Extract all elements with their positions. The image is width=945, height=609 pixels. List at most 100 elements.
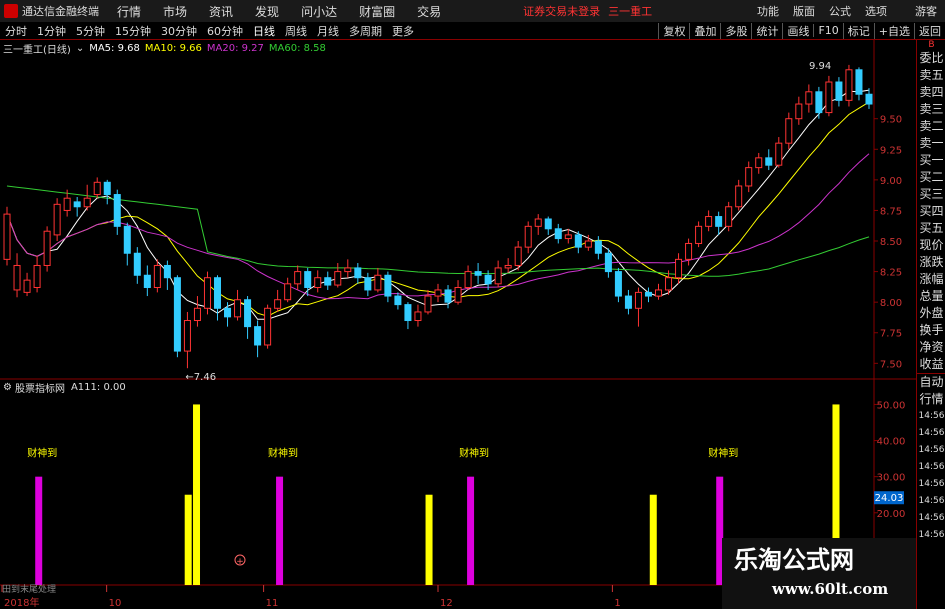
btn-f10[interactable]: F10 bbox=[813, 24, 842, 37]
sidebar-time: 14:56 bbox=[918, 462, 945, 472]
sidebar-item[interactable]: 卖一 bbox=[917, 135, 945, 152]
tab-60min[interactable]: 60分钟 bbox=[207, 23, 243, 39]
candle-body bbox=[785, 118, 793, 144]
indicator-name: 股票指标网 bbox=[14, 383, 65, 395]
candle-body bbox=[765, 157, 773, 166]
candle-body bbox=[624, 295, 632, 309]
y-tick-label: 7.75 bbox=[880, 329, 902, 340]
y-tick-label: 8.50 bbox=[880, 237, 902, 248]
candle-body bbox=[715, 216, 723, 227]
candle-body bbox=[33, 264, 41, 288]
menu-wealth[interactable]: 财富圈 bbox=[359, 3, 395, 20]
tab-30min[interactable]: 30分钟 bbox=[161, 23, 197, 39]
menu-market[interactable]: 行情 bbox=[117, 3, 141, 20]
candle-body bbox=[324, 277, 332, 286]
btn-mark[interactable]: 标记 bbox=[842, 22, 874, 39]
sidebar-item[interactable]: 买三 bbox=[917, 186, 945, 203]
candle-body bbox=[83, 197, 91, 208]
bottom-label: 田到末尾处理 bbox=[2, 585, 57, 595]
candle-body bbox=[193, 307, 201, 322]
high-label: 9.94 bbox=[809, 61, 831, 72]
sidebar-item[interactable]: 换手 bbox=[917, 322, 945, 339]
sidebar-item[interactable]: 自动 bbox=[917, 373, 945, 391]
menu-exchange[interactable]: 市场 bbox=[163, 3, 187, 20]
candle-body bbox=[274, 299, 282, 309]
y-tick-label: 7.50 bbox=[880, 359, 902, 370]
candle-body bbox=[424, 295, 432, 313]
tab-15min[interactable]: 15分钟 bbox=[115, 23, 151, 39]
app-logo-icon bbox=[4, 4, 18, 18]
candle-body bbox=[183, 320, 191, 352]
candle-body bbox=[454, 286, 462, 303]
sidebar-item[interactable]: 外盘 bbox=[917, 305, 945, 322]
menu-options[interactable]: 选项 bbox=[865, 3, 887, 19]
tab-5min[interactable]: 5分钟 bbox=[76, 23, 105, 39]
candle-body bbox=[264, 307, 272, 346]
sidebar-item[interactable]: 买二 bbox=[917, 169, 945, 186]
menu-news[interactable]: 资讯 bbox=[209, 3, 233, 20]
guest-label[interactable]: 游客 bbox=[915, 3, 937, 19]
sidebar-item[interactable]: 涨跌 bbox=[917, 254, 945, 271]
btn-overlay[interactable]: 叠加 bbox=[689, 22, 720, 39]
btn-add-watchlist[interactable]: +自选 bbox=[873, 22, 914, 39]
candle-body bbox=[374, 274, 382, 291]
sidebar-item[interactable]: 收益 bbox=[917, 356, 945, 373]
sidebar-item[interactable]: 买一 bbox=[917, 152, 945, 169]
btn-adjust[interactable]: 复权 bbox=[658, 22, 689, 39]
menu-discover[interactable]: 发现 bbox=[255, 3, 279, 20]
candle-body bbox=[314, 277, 322, 288]
menu-layout[interactable]: 版面 bbox=[793, 3, 815, 19]
candle-body bbox=[825, 81, 833, 114]
sidebar-item[interactable]: 卖四 bbox=[917, 84, 945, 101]
candle-body bbox=[163, 264, 171, 279]
tab-daily[interactable]: 日线 bbox=[253, 23, 275, 39]
candle-body bbox=[835, 81, 843, 101]
sidebar-item[interactable]: 卖三 bbox=[917, 101, 945, 118]
menu-function[interactable]: 功能 bbox=[757, 3, 779, 19]
btn-draw[interactable]: 画线 bbox=[782, 22, 813, 39]
sidebar-item[interactable]: 净资 bbox=[917, 339, 945, 356]
menu-ask[interactable]: 问小达 bbox=[301, 3, 337, 20]
sidebar-item[interactable]: 买四 bbox=[917, 203, 945, 220]
login-warning[interactable]: 证券交易未登录 bbox=[523, 3, 600, 19]
candle-body bbox=[23, 279, 31, 293]
indicator-value: A111: 0.00 bbox=[70, 381, 126, 393]
settings-icon[interactable]: ⚙ bbox=[3, 382, 12, 393]
sidebar-item[interactable]: 现价 bbox=[917, 237, 945, 254]
candle-body bbox=[234, 299, 242, 318]
sidebar-item[interactable]: 总量 bbox=[917, 288, 945, 305]
sidebar-item[interactable]: 委比 bbox=[917, 50, 945, 67]
sidebar-item[interactable]: 卖五 bbox=[917, 67, 945, 84]
candle-body bbox=[53, 203, 61, 236]
tab-weekly[interactable]: 周线 bbox=[285, 23, 307, 39]
cursor-plus-icon: + bbox=[236, 557, 244, 567]
indicator-bar bbox=[425, 494, 433, 585]
candle-body bbox=[685, 242, 693, 260]
kline-chart[interactable]: 9.50 9.25 9.00 8.75 8.50 8.25 8.00 7.75 7.50 9.94… bbox=[0, 40, 916, 609]
sidebar-item[interactable]: 卖二 bbox=[917, 118, 945, 135]
menu-formula[interactable]: 公式 bbox=[829, 3, 851, 19]
candle-body bbox=[344, 267, 352, 273]
sidebar-item[interactable]: 涨幅 bbox=[917, 271, 945, 288]
btn-back[interactable]: 返回 bbox=[914, 22, 945, 39]
btn-stats[interactable]: 统计 bbox=[751, 22, 782, 39]
indicator-bar bbox=[193, 404, 201, 585]
candle-body bbox=[284, 283, 292, 301]
period-tabbar: 分时 1分钟 5分钟 15分钟 30分钟 60分钟 日线 周线 月线 多周期 更… bbox=[0, 22, 945, 40]
y-tick-label: 8.75 bbox=[880, 206, 902, 217]
tab-timeshare[interactable]: 分时 bbox=[5, 23, 27, 39]
tab-monthly[interactable]: 月线 bbox=[317, 23, 339, 39]
candle-body bbox=[845, 69, 853, 101]
sidebar-item[interactable]: 买五 bbox=[917, 220, 945, 237]
cai-label: 财神到 bbox=[27, 447, 57, 460]
btn-multi-stock[interactable]: 多股 bbox=[720, 22, 751, 39]
x-tick-label: 11 bbox=[266, 598, 279, 609]
candle-body bbox=[594, 240, 602, 254]
candle-body bbox=[244, 299, 252, 328]
low-label: ←7.46 bbox=[185, 372, 216, 383]
menu-trade[interactable]: 交易 bbox=[417, 3, 441, 20]
tab-multi-period[interactable]: 多周期 bbox=[349, 23, 382, 39]
tab-1min[interactable]: 1分钟 bbox=[37, 23, 66, 39]
sidebar-item[interactable]: 行情 bbox=[917, 391, 945, 408]
tab-more[interactable]: 更多 bbox=[392, 23, 414, 39]
